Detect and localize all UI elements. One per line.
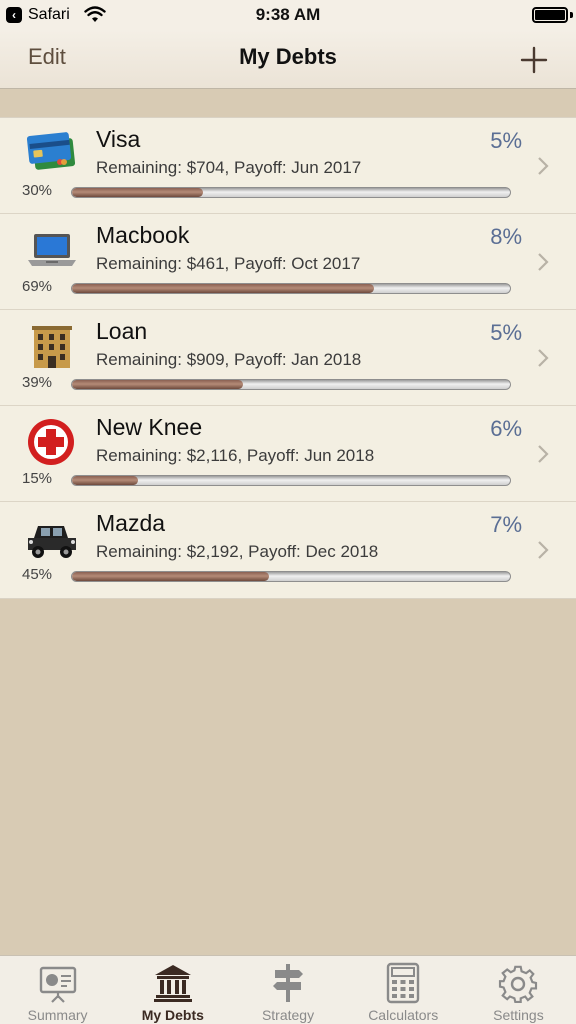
- signpost-icon: [273, 964, 303, 1002]
- progress-bar: [71, 283, 511, 294]
- progress-fill: [72, 380, 243, 389]
- tab-my-debts[interactable]: My Debts: [115, 956, 230, 1024]
- debt-detail: Remaining: $2,192, Payoff: Dec 2018: [96, 542, 379, 561]
- page-title: My Debts: [239, 44, 337, 69]
- tab-settings[interactable]: Settings: [461, 956, 576, 1024]
- debt-row[interactable]: Visa 5% Remaining: $704, Payoff: Jun 201…: [0, 118, 576, 214]
- debt-progress-label: 15%: [22, 470, 53, 487]
- car-icon: [28, 526, 76, 558]
- debt-name: Macbook: [96, 222, 190, 248]
- battery-icon: [532, 7, 568, 23]
- progress-fill: [72, 572, 270, 581]
- tab-bar: Summary My Debts Strategy Calculators Se…: [0, 955, 576, 1024]
- progress-bar: [71, 379, 511, 390]
- debt-interest-rate: 6%: [490, 416, 522, 441]
- chevron-right-icon: [538, 349, 549, 367]
- chevron-right-icon: [538, 157, 549, 175]
- status-time: 9:38 AM: [255, 5, 321, 24]
- tab-summary[interactable]: Summary: [0, 956, 115, 1024]
- progress-bar: [71, 187, 511, 198]
- chevron-right-icon: [538, 541, 549, 559]
- debt-interest-rate: 5%: [490, 128, 522, 153]
- debt-progress-label: 69%: [22, 278, 53, 295]
- debt-row[interactable]: Macbook 8% Remaining: $461, Payoff: Oct …: [0, 214, 576, 310]
- progress-fill: [72, 188, 204, 197]
- debt-name: Mazda: [96, 510, 166, 536]
- debt-name: New Knee: [96, 414, 203, 440]
- progress-fill: [72, 284, 375, 293]
- debt-interest-rate: 8%: [490, 224, 522, 249]
- debt-name: Visa: [96, 126, 141, 152]
- building-icon: [32, 326, 72, 368]
- status-bar: ‹ Safari 9:38 AM: [0, 0, 576, 30]
- plus-icon[interactable]: [516, 42, 552, 78]
- tab-label: Summary: [27, 1007, 88, 1023]
- tab-label: My Debts: [141, 1007, 204, 1023]
- calculator-icon: [387, 962, 420, 1004]
- tab-label: Calculators: [368, 1007, 439, 1023]
- debt-detail: Remaining: $909, Payoff: Jan 2018: [96, 350, 362, 369]
- medical-cross-icon: [28, 419, 74, 465]
- debt-detail: Remaining: $461, Payoff: Oct 2017: [96, 254, 361, 273]
- progress-bar: [71, 571, 511, 582]
- debt-interest-rate: 5%: [490, 320, 522, 345]
- debt-name: Loan: [96, 318, 148, 344]
- debt-row[interactable]: Mazda 7% Remaining: $2,192, Payoff: Dec …: [0, 502, 576, 598]
- tab-label: Strategy: [261, 1007, 315, 1023]
- navigation-bar: Edit My Debts: [0, 30, 576, 89]
- debt-detail: Remaining: $2,116, Payoff: Jun 2018: [96, 446, 375, 465]
- progress-bar: [71, 475, 511, 486]
- presentation-icon: [39, 966, 76, 1003]
- debt-list: Visa 5% Remaining: $704, Payoff: Jun 201…: [0, 117, 576, 599]
- gear-icon: [499, 965, 538, 1003]
- laptop-icon: [28, 234, 76, 266]
- debt-progress-label: 39%: [22, 374, 53, 391]
- tab-calculators[interactable]: Calculators: [346, 956, 461, 1024]
- debt-progress-label: 45%: [22, 566, 53, 583]
- chevron-right-icon: [538, 253, 549, 271]
- debt-progress-label: 30%: [22, 182, 53, 199]
- progress-fill: [72, 476, 138, 485]
- debt-detail: Remaining: $704, Payoff: Jun 2017: [96, 158, 362, 177]
- tab-label: Settings: [493, 1007, 544, 1023]
- debt-interest-rate: 7%: [490, 512, 522, 537]
- debt-row[interactable]: New Knee 6% Remaining: $2,116, Payoff: J…: [0, 406, 576, 502]
- bank-icon: [153, 965, 192, 1002]
- tab-strategy[interactable]: Strategy: [230, 956, 345, 1024]
- debt-row[interactable]: Loan 5% Remaining: $909, Payoff: Jan 201…: [0, 310, 576, 406]
- chevron-right-icon: [538, 445, 549, 463]
- credit-card-icon: [26, 132, 76, 170]
